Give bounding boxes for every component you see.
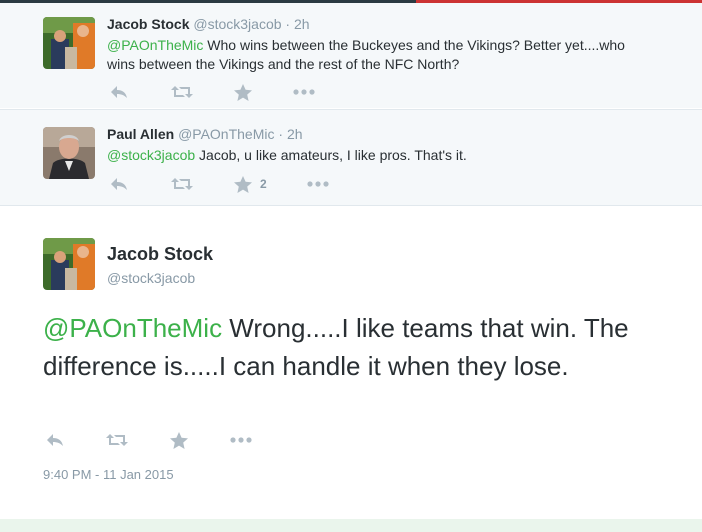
retweet-button[interactable]	[171, 174, 193, 194]
favorite-count: 2	[260, 177, 267, 191]
more-icon	[293, 89, 315, 95]
mention-link[interactable]: @stock3jacob	[107, 147, 195, 163]
display-name[interactable]: Jacob Stock	[107, 16, 189, 32]
favorite-button[interactable]	[170, 430, 188, 450]
tweet-text: @PAOnTheMic Who wins between the Buckeye…	[107, 36, 627, 74]
tweet-text: @stock3jacob Jacob, u like amateurs, I l…	[107, 146, 627, 165]
avatar[interactable]	[43, 17, 95, 69]
more-button[interactable]	[230, 430, 252, 450]
tweet-actions	[43, 430, 283, 450]
favorite-icon	[170, 431, 188, 449]
tweet-actions	[107, 82, 347, 102]
display-name[interactable]: Jacob Stock	[107, 244, 213, 265]
favorite-icon	[234, 175, 252, 193]
reply-icon	[45, 432, 65, 448]
separator: ·	[285, 16, 291, 32]
reply-box-edge	[0, 519, 702, 532]
reply-button[interactable]	[109, 174, 129, 194]
favorite-button[interactable]: 2	[234, 174, 267, 194]
reply-button[interactable]	[45, 430, 65, 450]
favorite-button[interactable]	[234, 82, 260, 102]
retweet-icon	[106, 432, 128, 448]
conversation-tweet[interactable]: Jacob Stock @stock3jacob · 2h @PAOnTheMi…	[0, 3, 702, 108]
tweet-header: Jacob Stock @stock3jacob · 2h	[107, 16, 310, 32]
username[interactable]: @stock3jacob	[107, 270, 195, 286]
avatar[interactable]	[43, 238, 95, 290]
more-button[interactable]	[307, 174, 329, 194]
reply-icon	[109, 176, 129, 192]
retweet-icon	[171, 176, 193, 192]
mention-link[interactable]: @PAOnTheMic	[43, 313, 222, 343]
reply-button[interactable]	[109, 82, 129, 102]
tweet-actions: 2	[107, 174, 347, 194]
more-icon	[307, 181, 329, 187]
more-icon	[230, 437, 252, 443]
mention-link[interactable]: @PAOnTheMic	[107, 37, 203, 53]
conversation-tweet[interactable]: Paul Allen @PAOnTheMic · 2h @stock3jacob…	[0, 109, 702, 205]
timestamp-link[interactable]: 2h	[294, 16, 310, 32]
more-button[interactable]	[293, 82, 315, 102]
favorite-icon	[234, 83, 252, 101]
tweet-text: @PAOnTheMic Wrong.....I like teams that …	[43, 309, 663, 385]
timestamp-link[interactable]: 2h	[287, 126, 303, 142]
retweet-button[interactable]	[171, 82, 193, 102]
username[interactable]: @stock3jacob	[193, 16, 281, 32]
retweet-icon	[171, 84, 193, 100]
separator: ·	[278, 126, 284, 142]
username[interactable]: @PAOnTheMic	[178, 126, 274, 142]
tweet-body: Jacob, u like amateurs, I like pros. Tha…	[195, 147, 467, 163]
tweet-header: Paul Allen @PAOnTheMic · 2h	[107, 126, 303, 142]
tweet-timestamp[interactable]: 9:40 PM - 11 Jan 2015	[43, 467, 174, 482]
display-name[interactable]: Paul Allen	[107, 126, 174, 142]
avatar[interactable]	[43, 127, 95, 179]
retweet-button[interactable]	[106, 430, 128, 450]
reply-icon	[109, 84, 129, 100]
